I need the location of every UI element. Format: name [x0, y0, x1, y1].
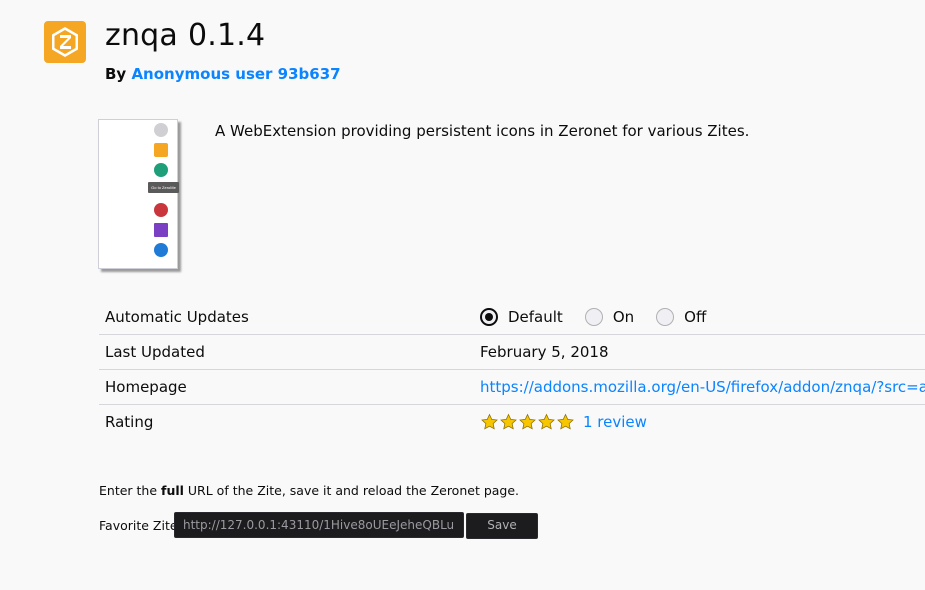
author-link[interactable]: Anonymous user 93b637	[131, 65, 340, 83]
radio-on-label[interactable]: On	[613, 308, 634, 326]
row-label: Homepage	[105, 378, 187, 396]
user-icon	[154, 163, 168, 177]
row-last-updated: Last Updated February 5, 2018	[99, 335, 925, 370]
search-icon	[154, 203, 168, 217]
favorite-label: Favorite Zite	[99, 518, 178, 533]
addon-screenshot[interactable]: Go to ZeroMe	[98, 119, 179, 269]
row-homepage: Homepage https://addons.mozilla.org/en-U…	[99, 370, 925, 405]
save-button[interactable]: Save	[466, 513, 538, 539]
radio-on[interactable]	[584, 308, 603, 326]
last-updated-value: February 5, 2018	[480, 343, 609, 361]
update-options: Default On Off	[480, 308, 728, 326]
row-label: Last Updated	[105, 343, 205, 361]
homepage-link[interactable]: https://addons.mozilla.org/en-US/firefox…	[480, 378, 925, 396]
hint-prefix: Enter the	[99, 483, 162, 498]
row-label: Automatic Updates	[105, 308, 249, 326]
addon-title: znqa 0.1.4	[105, 18, 265, 53]
star-icon	[500, 413, 517, 430]
star-icon	[481, 413, 498, 430]
radio-default[interactable]	[480, 308, 498, 326]
zeronet-icon	[154, 143, 168, 157]
row-label: Rating	[105, 413, 154, 431]
row-rating: Rating 1 review	[99, 405, 925, 439]
hint-suffix: URL of the Zite, save it and reload the …	[183, 483, 520, 498]
grid-icon	[154, 223, 168, 237]
byline: By Anonymous user 93b637	[105, 65, 341, 83]
gray-circle-icon	[154, 123, 168, 137]
radio-off[interactable]	[656, 308, 675, 326]
radio-default-label[interactable]: Default	[508, 308, 563, 326]
reviews-link[interactable]: 1 review	[583, 413, 647, 431]
star-rating	[480, 413, 575, 431]
star-icon	[519, 413, 536, 430]
row-automatic-updates: Automatic Updates Default On Off	[99, 300, 925, 335]
star-icon	[538, 413, 555, 430]
zeronet-logo-icon	[44, 21, 86, 63]
rating-value: 1 review	[480, 413, 647, 431]
details-table: Automatic Updates Default On Off Last Up…	[99, 300, 925, 439]
favorite-zite-input[interactable]	[174, 512, 464, 538]
hint-bold: full	[161, 483, 184, 498]
addon-description: A WebExtension providing persistent icon…	[215, 122, 750, 140]
addon-name: znqa	[105, 18, 178, 53]
circle-arrow-icon	[154, 243, 168, 257]
favorite-hint: Enter the full URL of the Zite, save it …	[99, 483, 519, 498]
by-label: By	[105, 65, 127, 83]
radio-off-label[interactable]: Off	[684, 308, 706, 326]
star-icon	[557, 413, 574, 430]
tooltip: Go to ZeroMe	[148, 182, 179, 193]
addon-version: 0.1.4	[188, 18, 266, 53]
